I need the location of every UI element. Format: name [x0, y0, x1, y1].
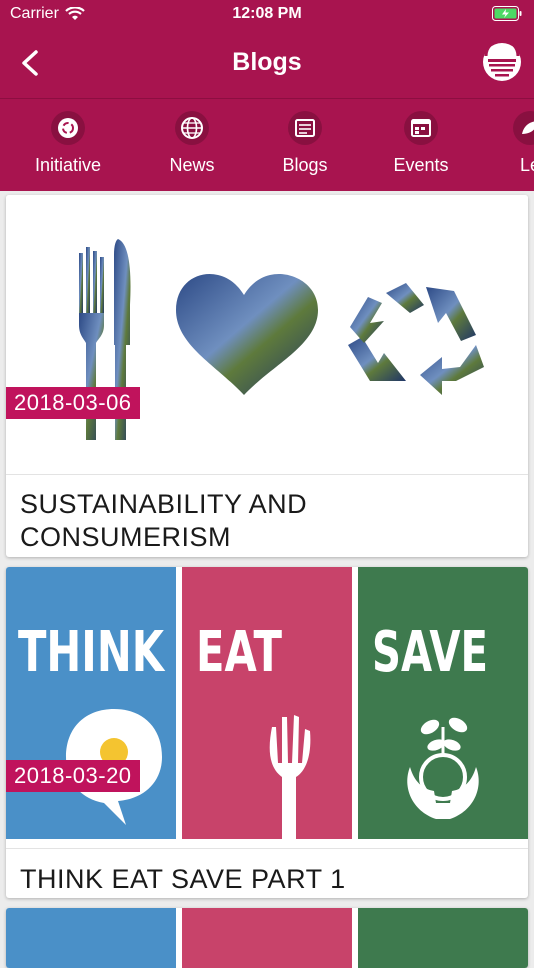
- maharashtra-logo[interactable]: [482, 42, 522, 82]
- blog-card[interactable]: 2018-03-06 SUSTAINABILITY AND CONSUMERIS…: [6, 195, 528, 557]
- tab-events[interactable]: Events: [371, 111, 471, 176]
- globe-icon: [175, 111, 209, 145]
- recycle-icon: [51, 111, 85, 145]
- tab-initiative-label: Initiative: [34, 155, 102, 175]
- tab-blogs-label: Blogs: [282, 155, 328, 175]
- tab-initiative[interactable]: Initiative: [18, 111, 118, 176]
- post-date-badge: 2018-03-06: [6, 387, 140, 419]
- document-icon: [288, 111, 322, 145]
- card-divider: [6, 474, 528, 475]
- navigation-bar: Blogs: [0, 28, 534, 98]
- think-word: THINK: [18, 620, 166, 685]
- status-time: 12:08 PM: [232, 5, 302, 22]
- save-word: SAVE: [372, 620, 488, 685]
- tab-partial[interactable]: Le: [480, 111, 534, 176]
- post-title: THINK EAT SAVE PART 1: [20, 864, 346, 894]
- blog-card[interactable]: [6, 908, 528, 968]
- page-title: Blogs: [232, 48, 302, 76]
- blog-card[interactable]: THINK EAT SAVE 2018-03-20 THINK EAT SAVE…: [6, 567, 528, 898]
- tab-events-label: Events: [393, 155, 449, 175]
- sustainability-illustration: [6, 195, 528, 475]
- think-eat-save-illustration: [6, 908, 528, 968]
- card-divider: [6, 848, 528, 849]
- tab-blogs[interactable]: Blogs: [255, 111, 355, 176]
- tab-news-label: News: [169, 155, 215, 175]
- category-tab-bar: Initiative News Blogs Events Le: [0, 98, 534, 191]
- tab-news[interactable]: News: [142, 111, 242, 176]
- post-date-badge: 2018-03-20: [6, 760, 140, 792]
- leaf-icon: [513, 111, 534, 145]
- post-title: SUSTAINABILITY AND CONSUMERISM: [20, 489, 308, 552]
- think-eat-save-illustration: THINK EAT SAVE: [6, 567, 528, 839]
- status-bar: Carrier 12:08 PM: [0, 0, 534, 28]
- tab-partial-label: Le: [519, 155, 534, 175]
- eat-word: EAT: [196, 620, 282, 685]
- battery-charging-icon: [492, 6, 522, 21]
- calendar-icon: [404, 111, 438, 145]
